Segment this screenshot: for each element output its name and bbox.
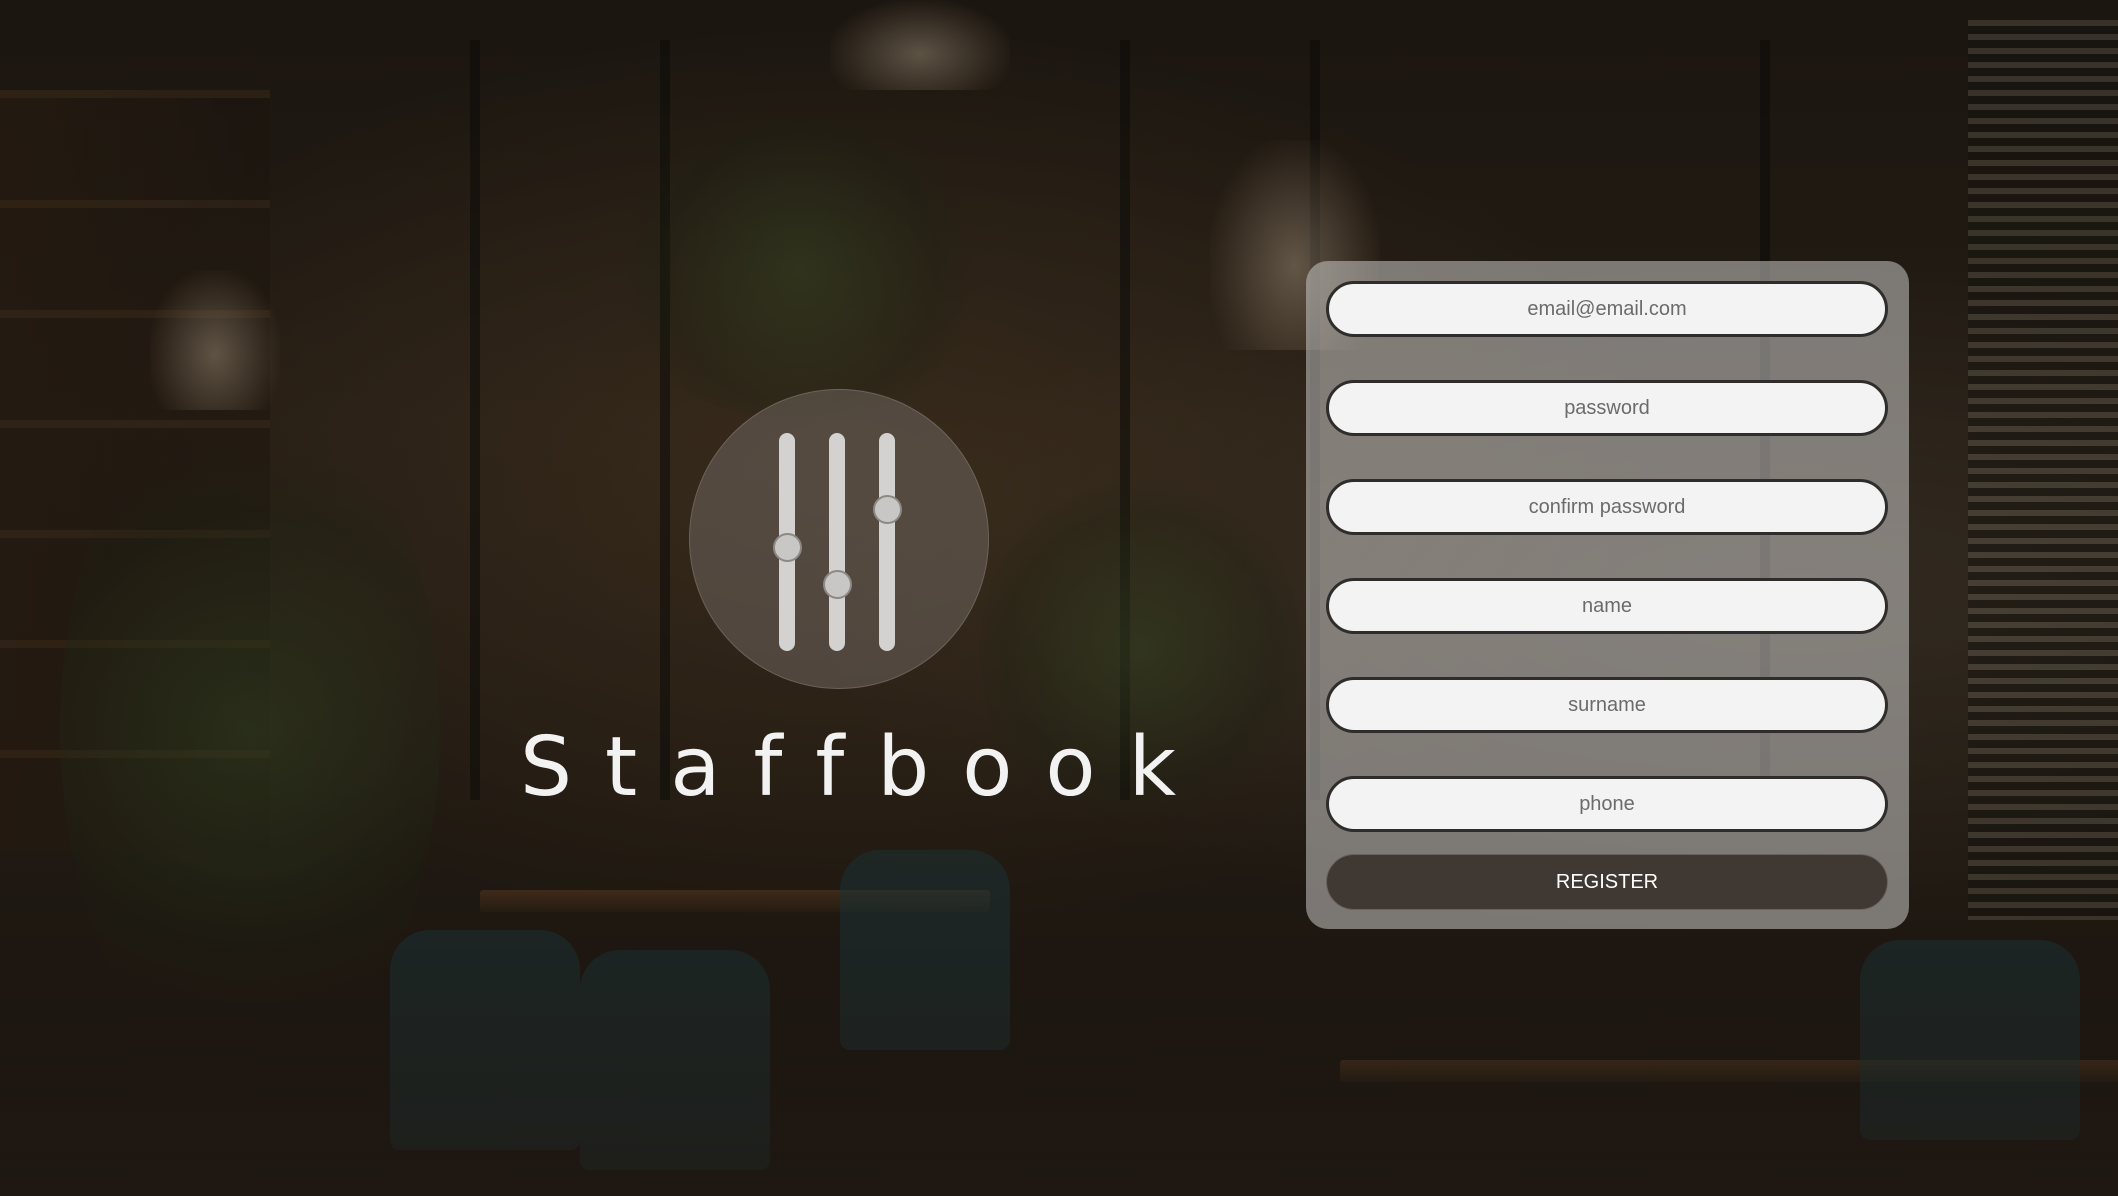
slider-knob: [773, 533, 802, 562]
name-field[interactable]: [1326, 578, 1888, 634]
phone-field[interactable]: [1326, 776, 1888, 832]
brand-name: Staffbook: [520, 720, 1210, 815]
slider-track: [879, 433, 895, 651]
register-button[interactable]: REGISTER: [1326, 854, 1888, 910]
register-form: REGISTER: [1306, 261, 1909, 929]
register-page: Staffbook REGISTER: [0, 0, 2118, 1196]
confirm-password-field[interactable]: [1326, 479, 1888, 535]
slider-knob: [873, 495, 902, 524]
sliders-icon: [689, 389, 989, 689]
password-field[interactable]: [1326, 380, 1888, 436]
slider-knob: [823, 570, 852, 599]
email-field[interactable]: [1326, 281, 1888, 337]
surname-field[interactable]: [1326, 677, 1888, 733]
slider-track: [829, 433, 845, 651]
